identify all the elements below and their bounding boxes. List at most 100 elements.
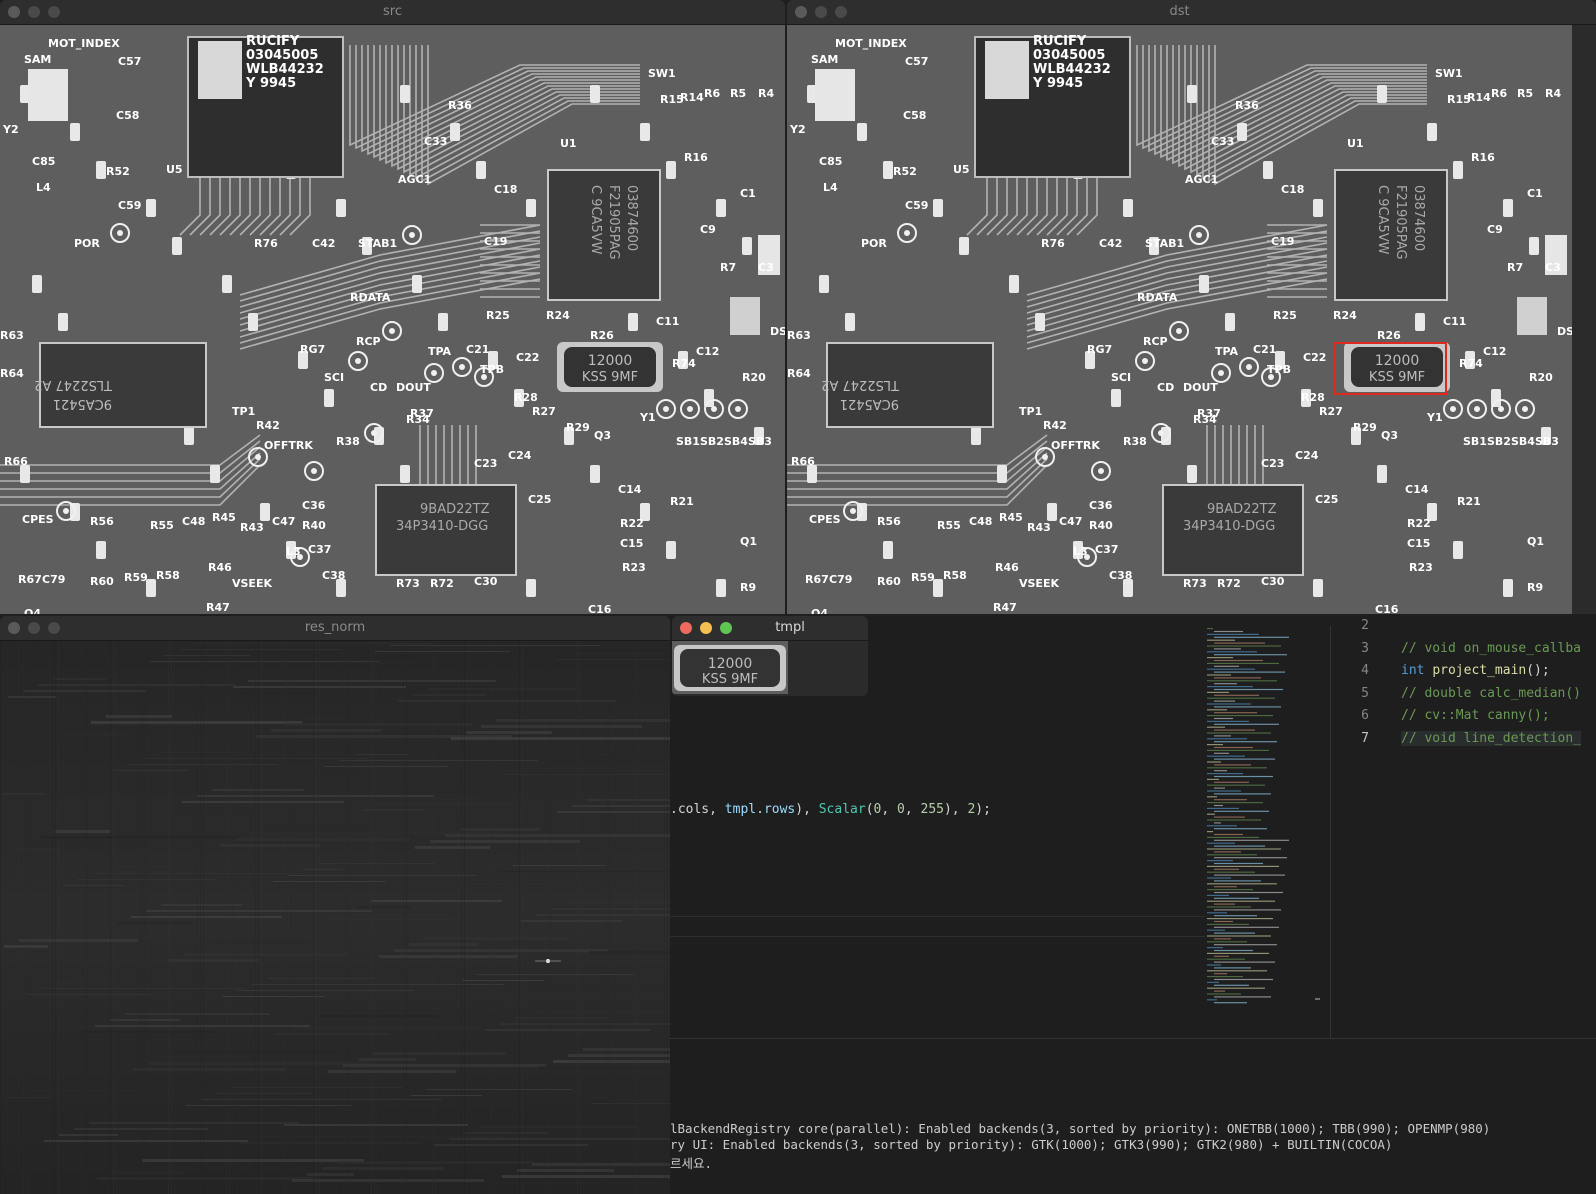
tmpl-titlebar[interactable]: tmpl: [672, 616, 868, 641]
close-button[interactable]: [680, 622, 692, 634]
svg-text:R29: R29: [1353, 421, 1377, 434]
svg-text:C18: C18: [494, 183, 517, 196]
svg-text:RDATA: RDATA: [350, 291, 391, 304]
terminal-line: lBackendRegistry core(parallel): Enabled…: [670, 1121, 1491, 1136]
code-snippet: .cols, tmpl.rows), Scalar(0, 0, 255), 2)…: [670, 802, 991, 817]
svg-text:L4: L4: [823, 181, 838, 194]
line-number: 6: [1361, 708, 1369, 723]
svg-text:R45: R45: [212, 511, 236, 524]
svg-text:R23: R23: [1409, 561, 1433, 574]
svg-text:C22: C22: [516, 351, 539, 364]
code-editor[interactable]: .cols, tmpl.rows), Scalar(0, 0, 255), 2)…: [670, 618, 1596, 1194]
svg-text:RDATA: RDATA: [1137, 291, 1178, 304]
svg-text:SW1: SW1: [648, 67, 676, 80]
minimize-button[interactable]: [700, 622, 712, 634]
svg-text:C21: C21: [1253, 343, 1276, 356]
code-line: 4 int project_main();: [1331, 663, 1550, 678]
svg-text:R27: R27: [1319, 405, 1343, 418]
svg-text:R26: R26: [1377, 329, 1401, 342]
svg-text:C12: C12: [1483, 345, 1506, 358]
svg-text:R76: R76: [1041, 237, 1065, 250]
svg-text:TLS2247 A2: TLS2247 A2: [34, 377, 113, 392]
svg-text:R37: R37: [1197, 407, 1221, 420]
svg-text:34P3410-DGG: 34P3410-DGG: [1183, 519, 1275, 534]
svg-text:C11: C11: [1443, 315, 1466, 328]
svg-text:R63: R63: [787, 329, 811, 342]
svg-text:R16: R16: [1471, 151, 1495, 164]
svg-text:C85: C85: [819, 155, 842, 168]
svg-text:R43: R43: [240, 521, 264, 534]
svg-text:R47: R47: [206, 601, 230, 614]
svg-text:R22: R22: [620, 517, 644, 530]
svg-text:C9: C9: [1487, 223, 1503, 236]
svg-text:R52: R52: [893, 165, 917, 178]
svg-text:C36: C36: [302, 499, 326, 512]
svg-text:VSEEK: VSEEK: [232, 577, 272, 590]
svg-text:C 9CA5VW: C 9CA5VW: [588, 185, 603, 255]
svg-text:03874600: 03874600: [1411, 185, 1426, 251]
dst-image: RUCIFY 03045005 WLB44232 Y 9945 03874600 F219…: [787, 25, 1596, 614]
svg-text:R7: R7: [1507, 261, 1523, 274]
svg-text:R40: R40: [302, 519, 326, 532]
src-titlebar[interactable]: src: [0, 0, 785, 25]
svg-text:R4: R4: [758, 87, 774, 100]
svg-text:C16: C16: [1375, 603, 1399, 614]
svg-text:POR: POR: [861, 237, 887, 250]
minimap[interactable]: [1205, 626, 1320, 1038]
svg-text:R9: R9: [1527, 581, 1543, 594]
svg-text:C3: C3: [1545, 261, 1561, 274]
svg-text:R24: R24: [546, 309, 570, 322]
svg-text:R59: R59: [911, 571, 935, 584]
svg-text:C11: C11: [656, 315, 679, 328]
line-number: 3: [1361, 640, 1369, 656]
svg-text:C16: C16: [588, 603, 612, 614]
svg-text:TPB: TPB: [1267, 363, 1291, 376]
svg-text:Q1: Q1: [740, 535, 757, 548]
svg-text:SW1: SW1: [1435, 67, 1463, 80]
src-image: RUCIFY 03045005 WLB44232 Y 9945 03874600 F219…: [0, 25, 785, 614]
svg-text:R56: R56: [877, 515, 901, 528]
svg-text:R20: R20: [742, 371, 766, 384]
svg-text:L4: L4: [36, 181, 51, 194]
line-number: 7: [1361, 730, 1369, 746]
svg-text:WLB44232: WLB44232: [1033, 62, 1111, 77]
svg-text:CD: CD: [1157, 381, 1174, 394]
svg-text:SAM: SAM: [24, 53, 51, 66]
svg-text:R52: R52: [106, 165, 130, 178]
res-norm-image: [0, 641, 670, 1194]
svg-text:R43: R43: [1027, 521, 1051, 534]
svg-text:U5: U5: [953, 163, 970, 176]
terminal-divider: [670, 1038, 1596, 1039]
panel-divider: [670, 936, 1205, 937]
svg-text:R5: R5: [1517, 87, 1533, 100]
svg-text:R67: R67: [18, 573, 42, 586]
svg-text:CPES: CPES: [22, 513, 54, 526]
dst-titlebar[interactable]: dst: [787, 0, 1596, 25]
match-rectangle: [1333, 342, 1447, 395]
svg-text:F21905PAG: F21905PAG: [606, 185, 621, 260]
svg-text:R40: R40: [1089, 519, 1113, 532]
svg-text:C25: C25: [1315, 493, 1338, 506]
svg-text:C 9CA5VW: C 9CA5VW: [1375, 185, 1390, 255]
svg-text:R74: R74: [1459, 357, 1483, 370]
terminal-panel[interactable]: lBackendRegistry core(parallel): Enabled…: [670, 1119, 1596, 1194]
svg-text:SB4: SB4: [1511, 435, 1535, 448]
svg-text:R22: R22: [1407, 517, 1431, 530]
svg-text:C19: C19: [1271, 235, 1294, 248]
line-number: 5: [1361, 685, 1369, 701]
res-norm-titlebar[interactable]: res_norm: [0, 616, 670, 641]
svg-text:C57: C57: [118, 55, 141, 68]
svg-text:MOT_INDEX: MOT_INDEX: [48, 37, 120, 50]
svg-text:U5: U5: [166, 163, 183, 176]
window-title: res_norm: [304, 620, 366, 635]
code-line: 5// double calc_median(): [1331, 686, 1581, 701]
svg-text:C79: C79: [829, 573, 852, 586]
code-line: 3// void on_mouse_callba: [1331, 641, 1581, 656]
svg-text:SB3: SB3: [1535, 435, 1559, 448]
code-line: 2: [1331, 618, 1401, 633]
svg-text:R6: R6: [1491, 87, 1507, 100]
svg-text:TPA: TPA: [428, 345, 452, 358]
svg-text:CD: CD: [370, 381, 387, 394]
right-editor-pane[interactable]: 2 3// void on_mouse_callba 4 int project_ma…: [1331, 618, 1596, 1038]
template-crop: 12000 KSS 9MF: [672, 641, 788, 694]
